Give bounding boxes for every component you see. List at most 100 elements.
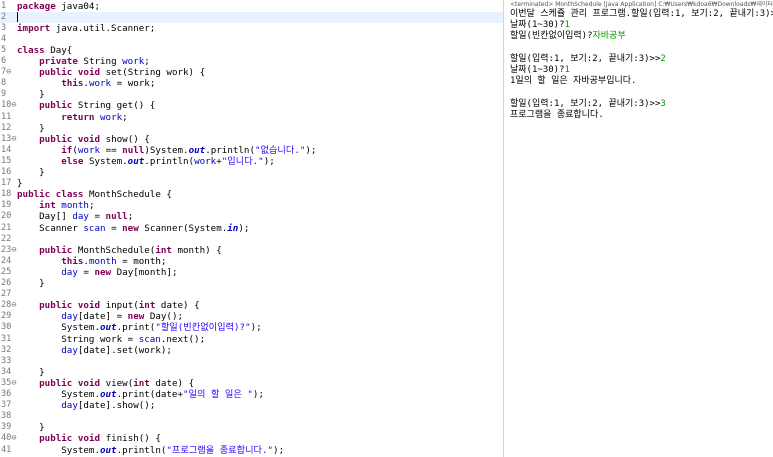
code-text: public void input(int date) { <box>17 300 200 311</box>
code-token: void <box>77 377 101 389</box>
line-number: 21 <box>1 222 12 233</box>
console-line: 날짜(1~30)?1 <box>510 20 570 31</box>
code-text: public String get() { <box>17 100 155 111</box>
code-line[interactable]: 6 private String work; <box>0 56 503 67</box>
line-number: 32 <box>1 344 12 355</box>
code-line[interactable]: 5 class Day{ <box>0 45 503 56</box>
code-line[interactable]: 4 <box>0 34 503 45</box>
console-view[interactable]: <terminated> MonthSchedule [Java Applica… <box>504 0 773 457</box>
code-line[interactable]: 39 } <box>0 422 503 433</box>
line-number: 29 <box>1 311 12 322</box>
console-output-text: 프로그램을 종료합니다. <box>510 109 604 120</box>
code-line[interactable]: 11 return work; <box>0 112 503 123</box>
code-line[interactable]: 3 import java.util.Scanner; <box>0 23 503 34</box>
line-number: 7⊖ <box>1 67 12 78</box>
code-token: month) { <box>171 244 222 256</box>
console-user-input: 1 <box>564 65 570 75</box>
code-token: ); <box>250 322 262 334</box>
code-line[interactable]: 19 int month; <box>0 200 503 211</box>
code-line[interactable]: 18 public class MonthSchedule { <box>0 189 503 200</box>
code-token: = <box>77 266 95 278</box>
code-token: Day{ <box>44 44 73 56</box>
code-token: int <box>39 200 56 212</box>
code-line[interactable]: 15 else System.out.println(work+"입니다."); <box>0 156 503 167</box>
code-line[interactable]: 28⊖ public void input(int date) { <box>0 300 503 311</box>
code-token: in <box>227 222 239 234</box>
console-header: <terminated> MonthSchedule [Java Applica… <box>510 1 773 8</box>
code-line[interactable]: 40⊖ public void finish() { <box>0 433 503 444</box>
code-line[interactable]: 33 <box>0 356 503 367</box>
code-line[interactable]: 29 day[date] = new Day(); <box>0 311 503 322</box>
console-user-input: 1 <box>564 20 570 31</box>
code-token: void <box>77 67 101 79</box>
text-caret <box>17 11 18 22</box>
code-line[interactable]: 41 System.out.println("프로그램을 종료합니다."); <box>0 445 503 456</box>
code-token: work <box>88 78 112 90</box>
code-text: else System.out.println(work+"입니다."); <box>17 156 275 167</box>
code-line[interactable]: 8 this.work = work; <box>0 78 503 89</box>
console-output-text: 할일(입력:1, 보기:2, 끝내기:3)>> <box>510 53 661 64</box>
code-line[interactable]: 7⊖ public void set(String work) { <box>0 67 503 78</box>
line-number: 22 <box>1 233 12 244</box>
code-token: System. <box>17 444 100 456</box>
code-line[interactable]: 35⊖ public void view(int date) { <box>0 378 503 389</box>
code-line[interactable]: 32 day[date].set(work); <box>0 345 503 356</box>
code-line[interactable]: 34 } <box>0 367 503 378</box>
code-text: } <box>17 123 45 134</box>
code-editor[interactable]: 1 package java04; 2 3 import java.util.Scann… <box>0 0 503 457</box>
console-output-text: 1일의 할 일은 자바공부입니다. <box>510 76 637 87</box>
code-line[interactable]: 10⊖ public String get() { <box>0 100 503 111</box>
code-text: import java.util.Scanner; <box>17 23 155 34</box>
code-text: public void finish() { <box>17 433 161 444</box>
code-token: month <box>61 200 89 212</box>
code-line[interactable]: 25 day = new Day[month]; <box>0 267 503 278</box>
line-number: 16 <box>1 167 12 177</box>
code-line[interactable]: 23⊖ public MonthSchedule(int month) { <box>0 245 503 256</box>
code-line[interactable]: 31 String work = scan.next(); <box>0 334 503 345</box>
code-line[interactable]: 27 <box>0 289 503 300</box>
code-line[interactable]: 12 } <box>0 123 503 134</box>
code-line[interactable]: 37 day[date].show(); <box>0 400 503 411</box>
code-line[interactable]: 2 <box>0 11 503 23</box>
code-text: System.out.println("프로그램을 종료합니다."); <box>17 445 284 456</box>
code-line[interactable]: 13⊖ public void show() { <box>0 134 503 145</box>
code-token: out <box>99 444 117 456</box>
code-token: day <box>72 211 89 223</box>
code-text: this.month = month; <box>17 256 166 267</box>
console-line: 날짜(1~30)?1 <box>510 65 570 76</box>
line-number: 38 <box>1 411 12 422</box>
code-line[interactable]: 20 Day[] day = null; <box>0 211 503 222</box>
code-text: private String work; <box>17 56 150 67</box>
console-line: 할일(입력:1, 보기:2, 끝내기:3)>>2 <box>510 54 666 65</box>
code-token: day <box>61 344 78 356</box>
code-token: public <box>17 189 51 201</box>
code-line[interactable]: 16 } <box>0 167 503 178</box>
code-token: MonthSchedule { <box>83 189 172 201</box>
code-line[interactable]: 30 System.out.print("할일(빈칸없이입력)?"); <box>0 322 503 333</box>
code-token: .println( <box>205 144 255 156</box>
code-token: new <box>127 311 145 323</box>
console-user-input: 3 <box>660 98 666 109</box>
code-token: .println( <box>144 155 195 167</box>
code-line[interactable]: 14 if(work == null)System.out.println("없… <box>0 145 503 156</box>
code-token: System. <box>17 322 100 334</box>
code-line[interactable]: 17} <box>0 178 503 189</box>
code-text: public void show() { <box>17 134 150 145</box>
code-token: day <box>61 311 78 323</box>
code-line[interactable]: 9 } <box>0 89 503 100</box>
code-line[interactable]: 24 this.month = month; <box>0 256 503 267</box>
code-line[interactable]: 36 System.out.print(date+"일의 할 일은 "); <box>0 389 503 400</box>
code-line[interactable]: 26 } <box>0 278 503 289</box>
code-text: day[date].show(); <box>17 400 155 411</box>
console-output-text: 할일(입력:1, 보기:2, 끝내기:3)>> <box>510 98 661 109</box>
code-line[interactable]: 21 Scanner scan = new Scanner(System.in)… <box>0 223 503 234</box>
code-line[interactable]: 22 <box>0 234 503 245</box>
code-token: } <box>17 422 45 434</box>
code-line[interactable]: 38 <box>0 411 503 422</box>
code-line[interactable]: 1 package java04; <box>0 1 503 12</box>
